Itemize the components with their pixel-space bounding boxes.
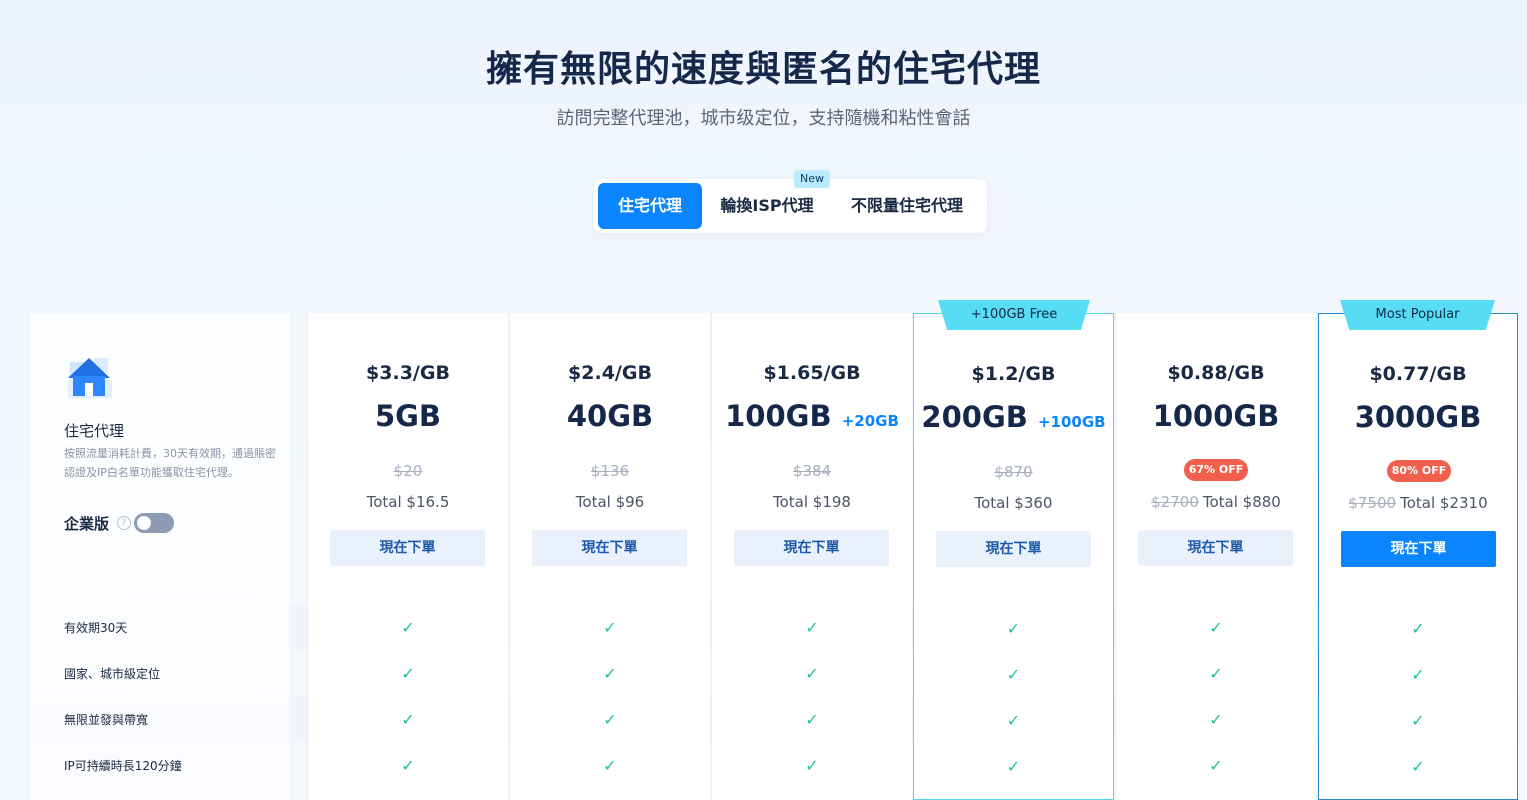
discount-badge: 80% OFF [1387,460,1451,482]
check-icon: ✓ [1209,664,1223,683]
buy-now-button[interactable]: 現在下單 [532,530,687,566]
feature-label: 無限並發與帶寬 [64,713,149,727]
total-price: $7500 Total $2310 [1319,494,1517,512]
plan-size: 100GB +20GB [712,399,912,433]
original-price: $136 [590,462,630,480]
product-tabs: 住宅代理 輪換ISP代理 不限量住宅代理 [594,179,987,233]
total-price-value: Total $2310 [1400,494,1488,512]
check-icon: ✓ [1411,757,1425,776]
new-badge: New [794,170,830,188]
plan-size-value: 40GB [566,399,654,433]
buy-now-button[interactable]: 現在下單 [330,530,485,566]
original-price: $2700 [1151,493,1199,511]
total-price: Total $198 [773,493,851,511]
price-per-gb: $1.65/GB [763,362,861,384]
check-icon: ✓ [401,618,415,637]
plan-size-value: 3000GB [1354,400,1482,434]
original-price: $7500 [1348,494,1397,512]
plan-size: 200GB +100GB [914,400,1113,434]
check-icon: ✓ [805,710,819,729]
total-price: Total $96 [575,493,645,511]
check-icon: ✓ [1209,756,1223,775]
check-icon: ✓ [805,664,819,683]
bonus-gb: +20GB [841,412,899,430]
plan-card-3000gb: $0.77/GB 3000GB 80% OFF $7500 Total $2310… [1318,313,1518,800]
check-icon: ✓ [805,756,819,775]
plan-size-value: 5GB [374,399,442,433]
price-per-gb: $3.3/GB [366,362,450,384]
price-per-gb: $1.2/GB [971,363,1056,385]
price-per-gb: $0.88/GB [1167,362,1265,384]
plan-size-value: 1000GB [1152,399,1280,433]
tab-residential-proxy[interactable]: 住宅代理 [598,183,702,229]
plan-card-5gb: $3.3/GB 5GB $20 Total $16.5 現在下單 ✓ ✓ ✓ ✓ [307,313,508,800]
check-icon: ✓ [1006,619,1021,638]
original-price: $384 [792,462,832,480]
tab-unlimited-residential-proxy[interactable]: 不限量住宅代理 [840,183,974,229]
page-subtitle: 訪問完整代理池，城市级定位，支持隨機和粘性會話 [556,108,971,129]
total-price-value: Total $880 [1202,493,1281,511]
plan-size: 40GB [510,399,710,433]
toggle-knob [137,516,151,530]
feature-label: IP可持續時長120分鐘 [64,759,182,773]
check-icon: ✓ [1411,665,1425,684]
buy-now-button[interactable]: 現在下單 [1138,530,1293,566]
check-icon: ✓ [1006,757,1021,776]
product-title: 住宅代理 [64,422,125,440]
check-icon: ✓ [603,618,617,637]
most-popular-ribbon: Most Popular [1340,300,1495,330]
help-icon[interactable]: ? [117,516,131,530]
price-per-gb: $2.4/GB [568,362,652,384]
bonus-gb: +100GB [1037,413,1106,431]
discount-badge: 67% OFF [1184,459,1248,481]
plan-size: 1000GB [1116,399,1316,433]
original-price: $20 [393,462,423,480]
check-icon: ✓ [1006,665,1021,684]
product-description: 按照流量消耗計費，30天有效期，通過賬密認證及IP白名單功能獲取住宅代理。 [64,447,276,479]
page-title: 擁有無限的速度與匿名的住宅代理 [485,49,1041,90]
buy-now-button[interactable]: 現在下單 [936,531,1091,567]
plan-size: 3000GB [1319,400,1517,434]
tab-rotating-isp-proxy[interactable]: 輪換ISP代理 [712,183,822,229]
total-price: Total $16.5 [366,493,450,511]
feature-label: 有效期30天 [64,621,128,635]
plan-size-value: 100GB [725,399,832,433]
check-icon: ✓ [401,710,415,729]
check-icon: ✓ [401,756,415,775]
check-icon: ✓ [603,710,617,729]
check-icon: ✓ [603,756,617,775]
enterprise-toggle[interactable] [134,513,174,533]
plan-card-40gb: $2.4/GB 40GB $136 Total $96 現在下單 ✓ ✓ ✓ ✓ [509,313,710,800]
plan-card-200gb: $1.2/GB 200GB +100GB $870 Total $360 現在下… [913,313,1114,800]
plan-size-value: 200GB [921,400,1028,434]
check-icon: ✓ [401,664,415,683]
check-icon: ✓ [805,618,819,637]
plan-card-100gb: $1.65/GB 100GB +20GB $384 Total $198 現在下… [711,313,912,800]
check-icon: ✓ [603,664,617,683]
buy-now-button[interactable]: 現在下單 [1341,531,1496,567]
check-icon: ✓ [1209,618,1223,637]
house-icon [68,358,112,398]
check-icon: ✓ [1411,619,1425,638]
feature-label: 國家、城市級定位 [64,667,161,681]
plan-card-1000gb: $0.88/GB 1000GB 67% OFF $2700 Total $880 … [1115,313,1316,800]
original-price: $870 [994,463,1033,481]
total-price: $2700 Total $880 [1116,493,1316,511]
buy-now-button[interactable]: 現在下單 [734,530,889,566]
plan-size: 5GB [308,399,508,433]
check-icon: ✓ [1209,710,1223,729]
check-icon: ✓ [1006,711,1021,730]
check-icon: ✓ [1411,711,1425,730]
total-price: Total $360 [974,494,1053,512]
price-per-gb: $0.77/GB [1369,363,1467,385]
bonus-ribbon: +100GB Free [938,300,1090,330]
enterprise-label: 企業版 [64,515,110,533]
